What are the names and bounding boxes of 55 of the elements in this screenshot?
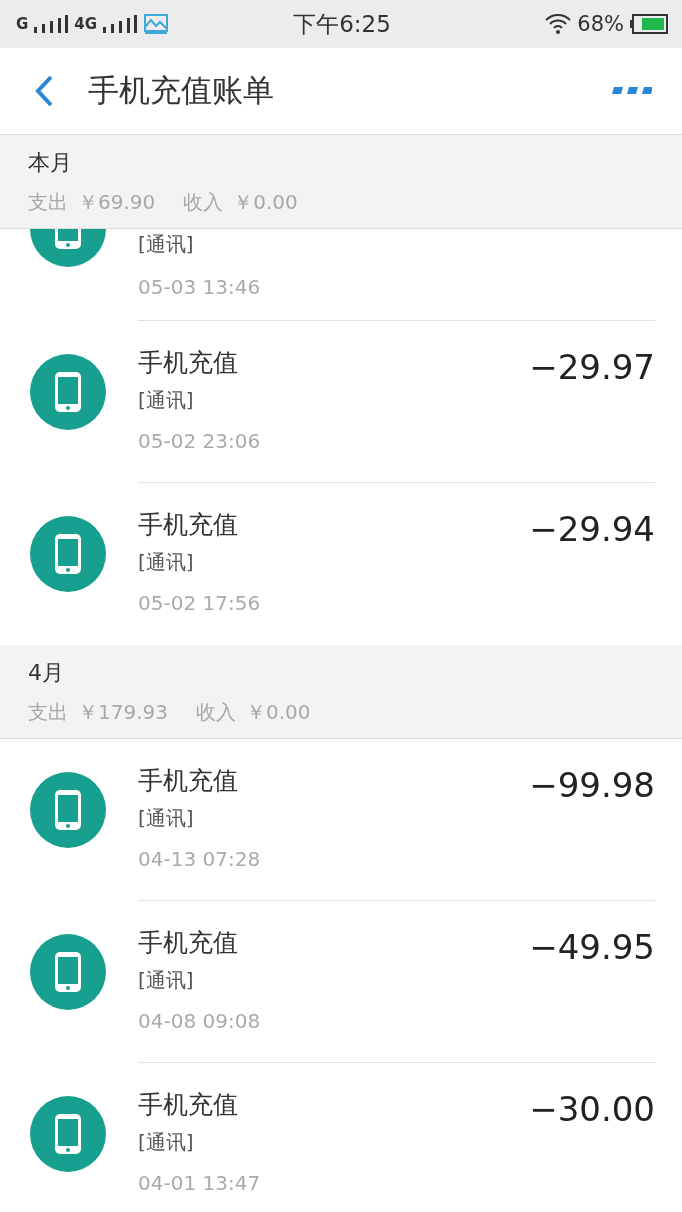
expense-total: ￥179.93 — [78, 699, 168, 725]
bill-title: 手机充值 — [138, 927, 238, 959]
bill-row[interactable]: 手机充值 [通讯] 04-01 13:47 −30.00 — [0, 1063, 682, 1212]
clock: 下午6:25 — [293, 9, 391, 39]
bill-title: 手机充值 — [138, 509, 238, 541]
bill-row[interactable]: 手机充值 [通讯] 05-02 17:56 −29.94 — [0, 483, 682, 645]
expense-label: 支出 — [28, 189, 68, 215]
signal-icon — [103, 15, 138, 33]
bill-row[interactable]: 手机充值 [通讯] 05-02 23:06 −29.97 — [0, 321, 682, 483]
income-label: 收入 — [183, 189, 224, 215]
bill-time: 04-13 07:28 — [138, 846, 262, 873]
carrier-label: 4G — [74, 15, 98, 33]
bill-category: [通讯] — [138, 387, 195, 414]
income-total: ￥0.00 — [246, 699, 311, 725]
bill-time: 04-01 13:47 — [138, 1170, 262, 1197]
income-label: 收入 — [196, 699, 236, 725]
month-title: 本月 — [28, 149, 73, 177]
month-title: 4月 — [28, 659, 65, 687]
more-button[interactable] — [612, 86, 652, 96]
bill-category: [通讯] — [138, 1129, 195, 1156]
bill-title: 手机充值 — [138, 765, 238, 797]
phone-icon — [30, 772, 106, 848]
bill-time: 05-03 13:46 — [138, 274, 262, 301]
bill-amount: −49.95 — [529, 927, 655, 967]
bill-category: [通讯] — [138, 967, 195, 994]
signal-icon — [34, 15, 69, 33]
phone-icon — [30, 354, 106, 430]
bill-amount: −99.98 — [529, 765, 655, 805]
expense-label: 支出 — [28, 699, 68, 725]
bill-time: 05-02 23:06 — [138, 428, 262, 455]
bill-amount: −29.94 — [529, 509, 655, 549]
bill-time: 05-02 17:56 — [138, 590, 262, 617]
page-title: 手机充值账单 — [88, 71, 275, 110]
battery-percent: 68% — [577, 12, 624, 36]
bill-category: [通讯] — [138, 549, 195, 576]
phone-icon — [30, 1096, 106, 1172]
bill-title: 手机充值 — [138, 1089, 238, 1121]
bill-title: 手机充值 — [138, 347, 238, 379]
bill-row[interactable]: 手机充值 [通讯] 04-08 09:08 −49.95 — [0, 901, 682, 1063]
phone-icon — [30, 516, 106, 592]
bill-category: [通讯] — [138, 231, 195, 258]
battery-icon — [630, 14, 668, 34]
back-button[interactable] — [33, 74, 55, 108]
phone-icon — [30, 934, 106, 1010]
expense-total: ￥69.90 — [78, 189, 156, 215]
bill-row[interactable]: [通讯] 05-03 13:46 — [0, 229, 682, 321]
bill-amount: −30.00 — [529, 1089, 655, 1129]
image-icon — [143, 13, 170, 35]
bill-amount: −29.97 — [529, 347, 655, 387]
bill-time: 04-08 09:08 — [138, 1008, 262, 1035]
bill-category: [通讯] — [138, 805, 195, 832]
wifi-icon — [545, 13, 572, 35]
bill-row[interactable]: 手机充值 [通讯] 04-13 07:28 −99.98 — [0, 739, 682, 901]
carrier-label: G — [16, 15, 29, 33]
income-total: ￥0.00 — [233, 189, 298, 215]
